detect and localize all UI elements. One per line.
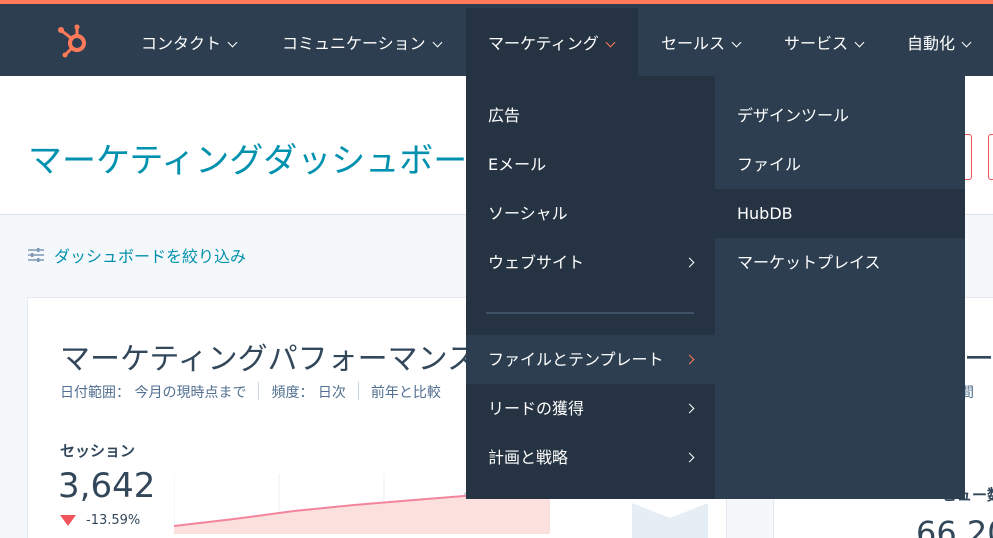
chevron-down-icon [854, 37, 865, 48]
marketing-dropdown-menu: 広告 Eメール ソーシャル ウェブサイト ファイルとテンプレート リードの獲得 … [466, 76, 965, 499]
kpi-value: 3,642 [58, 466, 156, 506]
chevron-down-icon [605, 37, 616, 48]
frequency-filter[interactable]: 頻度： 日次 [271, 382, 345, 402]
card-title: マーケティングパフォーマンス [60, 342, 477, 377]
hubspot-logo-icon[interactable] [56, 22, 92, 58]
chart-placeholder-icon [632, 503, 708, 538]
menu-item-ads[interactable]: 広告 [466, 91, 715, 140]
chevron-right-icon [684, 452, 695, 463]
dashboard-filter-link[interactable]: ダッシュボードを絞り込み [28, 243, 246, 267]
page-title: マーケティングダッシュボード [28, 141, 502, 181]
nav-item-sales[interactable]: セールス [661, 8, 742, 80]
submenu-item-files[interactable]: ファイル [715, 140, 965, 189]
date-range-filter[interactable]: 日付範囲： 今月の現時点まで [60, 382, 246, 402]
kpi-delta: -13.59% [60, 513, 140, 528]
menu-item-files-templates[interactable]: ファイルとテンプレート [466, 335, 715, 384]
chevron-down-icon [731, 37, 742, 48]
top-navigation: コンタクト コミュニケーション マーケティング セールス サービス 自動化 [0, 0, 993, 80]
menu-item-lead-capture[interactable]: リードの獲得 [466, 384, 715, 433]
menu-item-email[interactable]: Eメール [466, 140, 715, 189]
nav-item-service[interactable]: サービス [784, 8, 865, 80]
menu-divider [486, 312, 694, 314]
menu-item-social[interactable]: ソーシャル [466, 189, 715, 238]
sliders-icon [28, 248, 44, 262]
menu-item-website[interactable]: ウェブサイト [466, 238, 715, 287]
decrease-arrow-icon [60, 515, 76, 526]
nav-item-marketing[interactable]: マーケティング [466, 8, 638, 80]
marketing-menu-list: 広告 Eメール ソーシャル ウェブサイト ファイルとテンプレート リードの獲得 … [466, 76, 715, 499]
nav-item-conversations[interactable]: コミュニケーション [282, 8, 443, 80]
chevron-down-icon [961, 37, 972, 48]
chevron-right-icon [684, 257, 695, 268]
nav-item-automation[interactable]: 自動化 [907, 8, 972, 80]
submenu-item-hubdb[interactable]: HubDB [715, 189, 965, 238]
card-meta: 日付範囲： 今月の現時点まで 頻度： 日次 前年と比較 [60, 382, 441, 402]
submenu-item-design-tools[interactable]: デザインツール [715, 91, 965, 140]
chevron-right-icon [684, 354, 695, 365]
menu-item-planning-strategy[interactable]: 計画と戦略 [466, 433, 715, 482]
compare-filter[interactable]: 前年と比較 [371, 382, 441, 402]
chevron-down-icon [432, 37, 443, 48]
files-templates-submenu: デザインツール ファイル HubDB マーケットプレイス [715, 76, 965, 499]
filter-label: ダッシュボードを絞り込み [54, 247, 247, 266]
chevron-right-icon [684, 403, 695, 414]
kpi-label: セッション [60, 442, 136, 460]
kpi-delta-value: -13.59% [86, 513, 141, 528]
header-action-button[interactable] [988, 134, 993, 180]
kpi-value-partial: 66,20 [916, 514, 993, 538]
submenu-item-marketplace[interactable]: マーケットプレイス [715, 238, 965, 287]
chevron-down-icon [227, 37, 238, 48]
nav-item-contacts[interactable]: コンタクト [141, 8, 238, 80]
